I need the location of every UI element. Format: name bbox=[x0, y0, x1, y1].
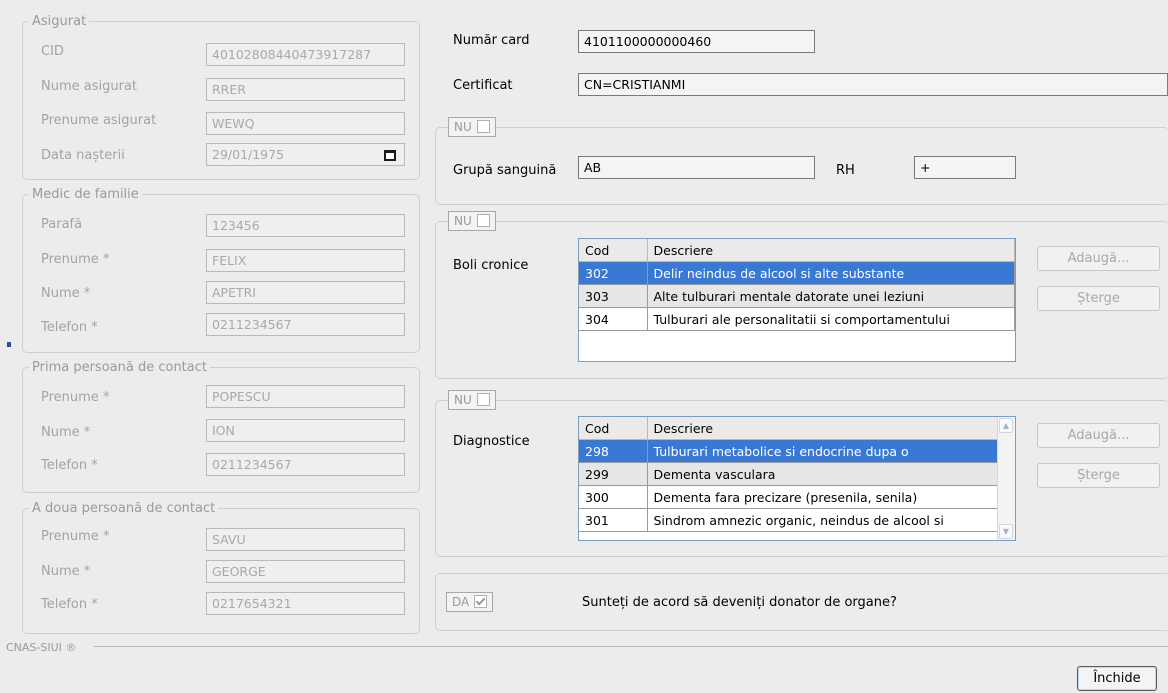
diagnostics-label: Diagnostice bbox=[453, 434, 530, 449]
row-code: 298 bbox=[579, 439, 648, 463]
contact1-group-title: Prima persoană de contact bbox=[32, 360, 207, 375]
diagnostics-add-button[interactable]: Adaugă... bbox=[1037, 423, 1160, 448]
cid-label: CID bbox=[41, 44, 64, 59]
blood-toggle-label: NU bbox=[454, 120, 472, 134]
cid-field[interactable]: 40102808440473917287 bbox=[206, 43, 405, 66]
row-desc: Alte tulburari mentale datorate unei lez… bbox=[647, 284, 1015, 308]
diagnostics-toggle[interactable]: NU bbox=[448, 390, 496, 410]
chronic-col-desc[interactable]: Descriere bbox=[647, 239, 1015, 262]
diagnostics-table-header: Cod Descriere bbox=[579, 417, 999, 440]
doctor-stamp-label: Parafă bbox=[41, 217, 83, 232]
table-row[interactable]: 300 Dementa fara precizare (presenila, s… bbox=[579, 485, 999, 509]
table-row[interactable]: 302 Delir neindus de alcool si alte subs… bbox=[579, 261, 1015, 285]
row-code: 301 bbox=[579, 508, 648, 532]
diagnostics-checkbox[interactable] bbox=[476, 393, 490, 406]
contact1-phone-label: Telefon * bbox=[41, 458, 98, 473]
certificate-field[interactable]: CN=CRISTIANMI bbox=[578, 73, 1168, 96]
doctor-last-name-field[interactable]: APETRI bbox=[206, 281, 405, 304]
diagnostics-table[interactable]: Cod Descriere 298 Tulburari metabolice s… bbox=[578, 416, 1016, 541]
row-code: 304 bbox=[579, 307, 648, 331]
diagnostics-delete-button[interactable]: Șterge bbox=[1037, 463, 1160, 488]
scroll-up-icon[interactable]: ▲ bbox=[999, 418, 1013, 433]
doctor-first-name-label: Prenume * bbox=[41, 252, 110, 267]
focus-marker bbox=[7, 342, 11, 347]
calendar-icon[interactable] bbox=[384, 150, 396, 161]
contact2-phone-label: Telefon * bbox=[41, 597, 98, 612]
rh-label: RH bbox=[836, 163, 855, 178]
certificate-label: Certificat bbox=[453, 78, 513, 93]
birth-date-label: Data nașterii bbox=[41, 148, 125, 163]
donor-question: Sunteți de acord să deveniți donator de … bbox=[582, 595, 897, 610]
row-desc: Tulburari ale personalitatii si comporta… bbox=[647, 307, 1015, 331]
family-doctor-group-title: Medic de familie bbox=[32, 187, 139, 202]
rh-field[interactable]: + bbox=[914, 156, 1016, 179]
contact2-group-title: A doua persoană de contact bbox=[32, 501, 216, 516]
contact2-last-name-field[interactable]: GEORGE bbox=[206, 560, 405, 583]
contact1-last-name-label: Nume * bbox=[41, 425, 91, 440]
diagnostics-scrollbar[interactable]: ▲ ▼ bbox=[997, 417, 1015, 540]
table-row[interactable]: 304 Tulburari ale personalitatii si comp… bbox=[579, 307, 1015, 331]
birth-date-field[interactable]: 29/01/1975 bbox=[206, 143, 405, 166]
doctor-phone-label: Telefon * bbox=[41, 320, 98, 335]
footer-brand: CNAS-SIUI ® bbox=[6, 641, 77, 654]
diagnostics-toggle-label: NU bbox=[454, 393, 472, 407]
row-code: 299 bbox=[579, 462, 648, 486]
birth-date-value: 29/01/1975 bbox=[212, 147, 285, 162]
chronic-delete-button[interactable]: Șterge bbox=[1037, 286, 1160, 311]
donor-checkbox[interactable] bbox=[474, 595, 488, 608]
row-desc: Dementa vasculara bbox=[647, 462, 999, 486]
insured-first-name-field[interactable]: WEWQ bbox=[206, 112, 405, 135]
table-row[interactable]: 298 Tulburari metabolice si endocrine du… bbox=[579, 439, 999, 463]
row-code: 302 bbox=[579, 261, 648, 285]
chronic-toggle-label: NU bbox=[454, 214, 472, 228]
footer-divider bbox=[94, 646, 1168, 647]
doctor-phone-field[interactable]: 0211234567 bbox=[206, 313, 405, 336]
insured-group-title: Asigurat bbox=[32, 14, 87, 29]
doctor-first-name-field[interactable]: FELIX bbox=[206, 249, 405, 272]
blood-group-label: Grupă sanguină bbox=[453, 163, 557, 178]
donor-toggle[interactable]: DA bbox=[446, 592, 494, 612]
chronic-label: Boli cronice bbox=[453, 258, 529, 273]
chronic-table[interactable]: Cod Descriere 302 Delir neindus de alcoo… bbox=[578, 238, 1016, 362]
row-code: 300 bbox=[579, 485, 648, 509]
scroll-down-icon[interactable]: ▼ bbox=[999, 524, 1013, 539]
row-desc: Dementa fara precizare (presenila, senil… bbox=[647, 485, 999, 509]
insured-last-name-label: Nume asigurat bbox=[41, 79, 138, 94]
contact2-last-name-label: Nume * bbox=[41, 564, 91, 579]
chronic-col-code[interactable]: Cod bbox=[579, 239, 648, 262]
contact1-phone-field[interactable]: 0211234567 bbox=[206, 453, 405, 476]
row-code: 303 bbox=[579, 284, 648, 308]
chronic-toggle[interactable]: NU bbox=[448, 211, 496, 231]
close-button[interactable]: Închide bbox=[1077, 666, 1157, 691]
card-number-label: Număr card bbox=[453, 33, 530, 48]
row-desc: Sindrom amnezic organic, neindus de alco… bbox=[647, 508, 999, 532]
contact2-phone-field[interactable]: 0217654321 bbox=[206, 592, 405, 615]
table-row[interactable]: 303 Alte tulburari mentale datorate unei… bbox=[579, 284, 1015, 308]
blood-checkbox[interactable] bbox=[476, 120, 490, 133]
chronic-checkbox[interactable] bbox=[476, 214, 490, 227]
doctor-stamp-field[interactable]: 123456 bbox=[206, 214, 405, 237]
donor-toggle-label: DA bbox=[452, 595, 470, 609]
table-row[interactable]: 301 Sindrom amnezic organic, neindus de … bbox=[579, 508, 999, 532]
insured-first-name-label: Prenume asigurat bbox=[41, 113, 157, 128]
contact2-first-name-label: Prenume * bbox=[41, 529, 110, 544]
card-number-field[interactable]: 4101100000000460 bbox=[578, 30, 815, 53]
blood-toggle[interactable]: NU bbox=[448, 117, 496, 137]
doctor-last-name-label: Nume * bbox=[41, 286, 91, 301]
diagnostics-col-code[interactable]: Cod bbox=[579, 417, 648, 440]
contact1-first-name-field[interactable]: POPESCU bbox=[206, 385, 405, 408]
table-row[interactable]: 299 Dementa vasculara bbox=[579, 462, 999, 486]
chronic-table-header: Cod Descriere bbox=[579, 239, 1015, 262]
contact1-last-name-field[interactable]: ION bbox=[206, 419, 405, 442]
contact2-first-name-field[interactable]: SAVU bbox=[206, 528, 405, 551]
row-desc: Delir neindus de alcool si alte substant… bbox=[647, 261, 1015, 285]
diagnostics-col-desc[interactable]: Descriere bbox=[647, 417, 999, 440]
row-desc: Tulburari metabolice si endocrine dupa o bbox=[647, 439, 999, 463]
insured-last-name-field[interactable]: RRER bbox=[206, 78, 405, 101]
contact1-first-name-label: Prenume * bbox=[41, 390, 110, 405]
chronic-add-button[interactable]: Adaugă... bbox=[1037, 246, 1160, 271]
blood-group-field[interactable]: AB bbox=[578, 156, 815, 179]
